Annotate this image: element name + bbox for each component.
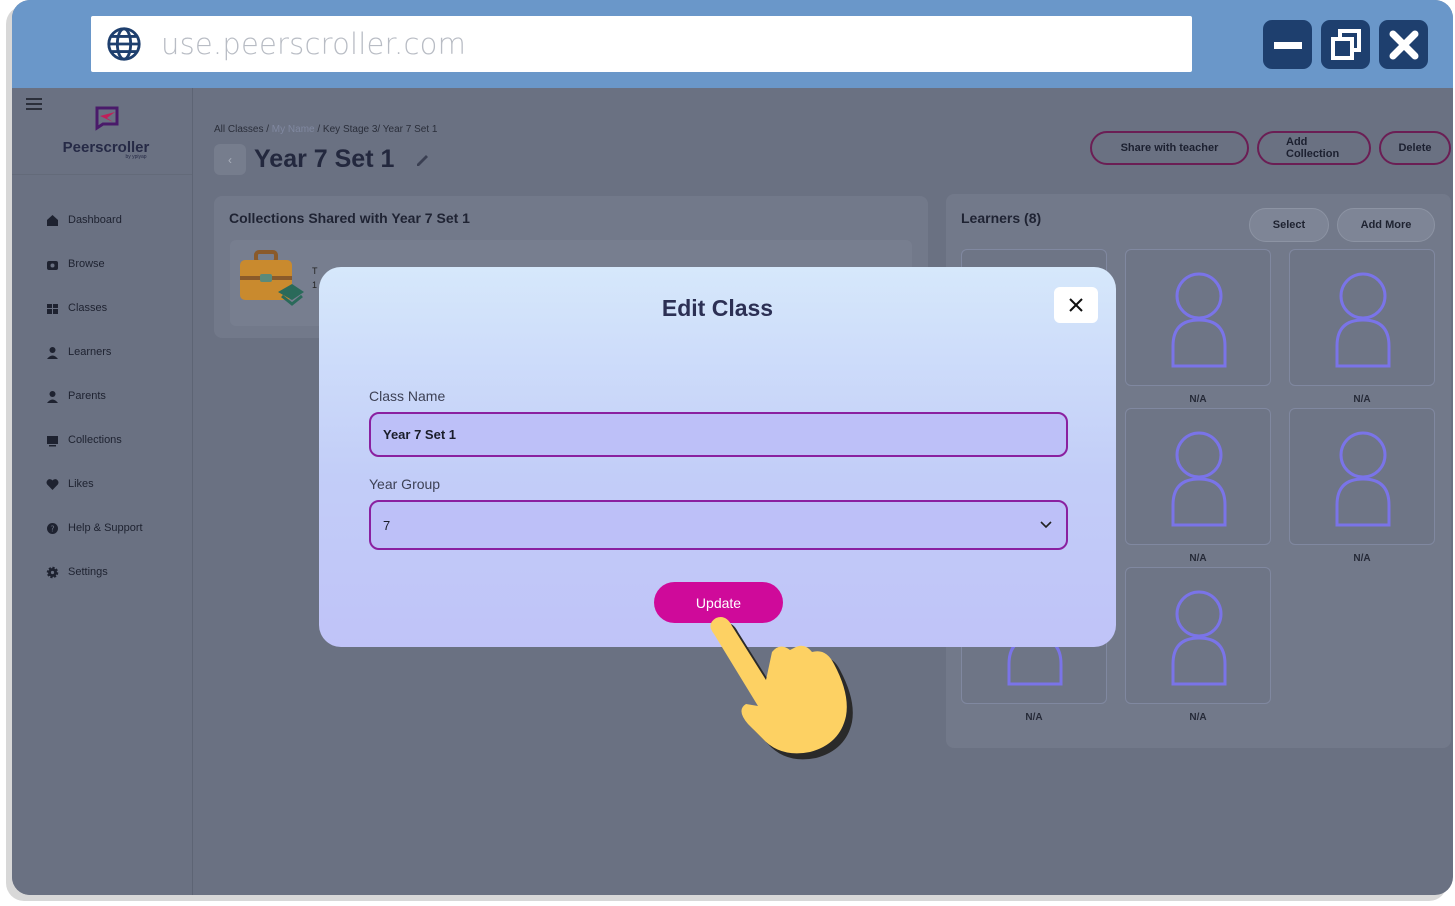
- learner-name: N/A: [1189, 553, 1207, 564]
- person-outline-icon: [1335, 272, 1391, 368]
- year-group-value: 7: [383, 517, 391, 533]
- sidebar-item-settings[interactable]: Settings: [45, 550, 143, 594]
- learner-card[interactable]: [1289, 249, 1435, 386]
- learner-card[interactable]: [1125, 408, 1271, 545]
- sidebar-item-label: Browse: [68, 258, 105, 270]
- restore-button[interactable]: [1321, 20, 1370, 69]
- svg-text:?: ?: [50, 524, 54, 533]
- sidebar-item-collections[interactable]: Collections: [45, 418, 143, 462]
- sidebar-item-label: Likes: [68, 478, 94, 490]
- class-name-label: Class Name: [369, 388, 446, 404]
- sidebar-item-help[interactable]: ? Help & Support: [45, 506, 143, 550]
- learners-heading: Learners (8): [961, 210, 1042, 226]
- learner-name: N/A: [1189, 712, 1207, 723]
- close-window-button[interactable]: [1379, 20, 1428, 69]
- minimize-icon: [1273, 41, 1302, 49]
- restore-icon: [1330, 28, 1361, 60]
- learner-card[interactable]: [1289, 408, 1435, 545]
- modal-title: Edit Class: [661, 295, 774, 321]
- edit-class-modal: Edit Class Class Name Year 7 Set 1 Year …: [319, 267, 1116, 647]
- close-icon: [1069, 298, 1083, 312]
- year-group-label: Year Group: [369, 476, 441, 492]
- sidebar: Peerscroller by ypiyap Dashboard Browse …: [12, 88, 193, 895]
- peerscroller-logo-icon: [95, 106, 119, 131]
- person-outline-icon: [1171, 590, 1227, 686]
- learner-card[interactable]: [1125, 249, 1271, 386]
- sidebar-item-label: Collections: [68, 434, 122, 446]
- edit-pencil-icon[interactable]: [414, 151, 432, 169]
- collections-heading: Collections Shared with Year 7 Set 1: [229, 210, 470, 226]
- person-outline-icon: [1335, 431, 1391, 527]
- add-more-button[interactable]: Add More: [1337, 208, 1435, 242]
- sidebar-item-label: Parents: [68, 390, 106, 402]
- breadcrumb-all-classes[interactable]: All Classes /: [214, 124, 269, 135]
- learner-name: N/A: [1353, 553, 1371, 564]
- sidebar-item-label: Classes: [68, 302, 108, 314]
- sidebar-item-label: Learners: [68, 346, 112, 358]
- breadcrumb-school[interactable]: My Name: [272, 124, 315, 135]
- chevron-down-icon: [1040, 521, 1052, 529]
- title-row: ‹ Year 7 Set 1: [214, 144, 432, 175]
- sidebar-item-learners[interactable]: Learners: [45, 330, 143, 374]
- learner-name: N/A: [1189, 394, 1207, 405]
- briefcase-icon: [240, 250, 304, 306]
- sidebar-item-label: Dashboard: [68, 214, 122, 226]
- person-outline-icon: [1171, 431, 1227, 527]
- collection-title: T: [312, 266, 318, 276]
- address-bar[interactable]: use.peerscroller.com: [91, 16, 1192, 72]
- sidebar-item-classes[interactable]: Classes: [45, 286, 143, 330]
- classroom-icon: [45, 301, 59, 315]
- collection-icon: [45, 433, 59, 447]
- back-button[interactable]: ‹: [214, 144, 246, 175]
- learner-card[interactable]: [1125, 567, 1271, 704]
- select-button[interactable]: Select: [1249, 208, 1329, 242]
- person-outline-icon: [1171, 272, 1227, 368]
- sidebar-item-label: Settings: [68, 566, 108, 578]
- person-icon: [45, 345, 59, 359]
- url-text: use.peerscroller.com: [161, 27, 467, 61]
- pointer-hand-icon: [710, 617, 853, 760]
- sidebar-item-likes[interactable]: Likes: [45, 462, 143, 506]
- sidebar-item-dashboard[interactable]: Dashboard: [45, 198, 143, 242]
- sidebar-item-browse[interactable]: Browse: [45, 242, 143, 286]
- modal-close-button[interactable]: [1054, 287, 1098, 323]
- help-icon: ?: [45, 521, 59, 535]
- gear-icon: [45, 565, 59, 579]
- sidebar-item-label: Help & Support: [68, 522, 143, 534]
- header-actions: Share with teacher Add Collection Delete: [1090, 131, 1451, 165]
- home-icon: [45, 213, 59, 227]
- add-collection-button[interactable]: Add Collection: [1257, 131, 1371, 165]
- sidebar-item-parents[interactable]: Parents: [45, 374, 143, 418]
- learner-name: N/A: [1353, 394, 1371, 405]
- breadcrumb-rest: / Key Stage 3/ Year 7 Set 1: [317, 124, 438, 135]
- menu-icon[interactable]: [26, 98, 42, 113]
- delete-button[interactable]: Delete: [1379, 131, 1451, 165]
- breadcrumb: All Classes / My Name / Key Stage 3/ Yea…: [214, 124, 437, 135]
- class-name-input[interactable]: Year 7 Set 1: [369, 412, 1068, 457]
- globe-icon: [107, 27, 141, 61]
- share-with-teacher-button[interactable]: Share with teacher: [1090, 131, 1249, 165]
- tv-icon: [45, 257, 59, 271]
- sidebar-divider: [12, 174, 192, 175]
- brand-logo[interactable]: Peerscroller by ypiyap: [54, 104, 158, 160]
- minimize-button[interactable]: [1263, 20, 1312, 69]
- sidebar-nav: Dashboard Browse Classes Learners Parent…: [45, 198, 143, 594]
- heart-icon: [45, 477, 59, 491]
- close-icon: [1389, 30, 1418, 59]
- chevron-left-icon: ‹: [228, 152, 232, 167]
- year-group-select[interactable]: 7: [369, 500, 1068, 550]
- browser-bar: use.peerscroller.com: [12, 0, 1453, 88]
- collection-subtitle: 1: [312, 280, 318, 290]
- learner-name: N/A: [1025, 712, 1043, 723]
- person-icon: [45, 389, 59, 403]
- page-title: Year 7 Set 1: [254, 145, 395, 173]
